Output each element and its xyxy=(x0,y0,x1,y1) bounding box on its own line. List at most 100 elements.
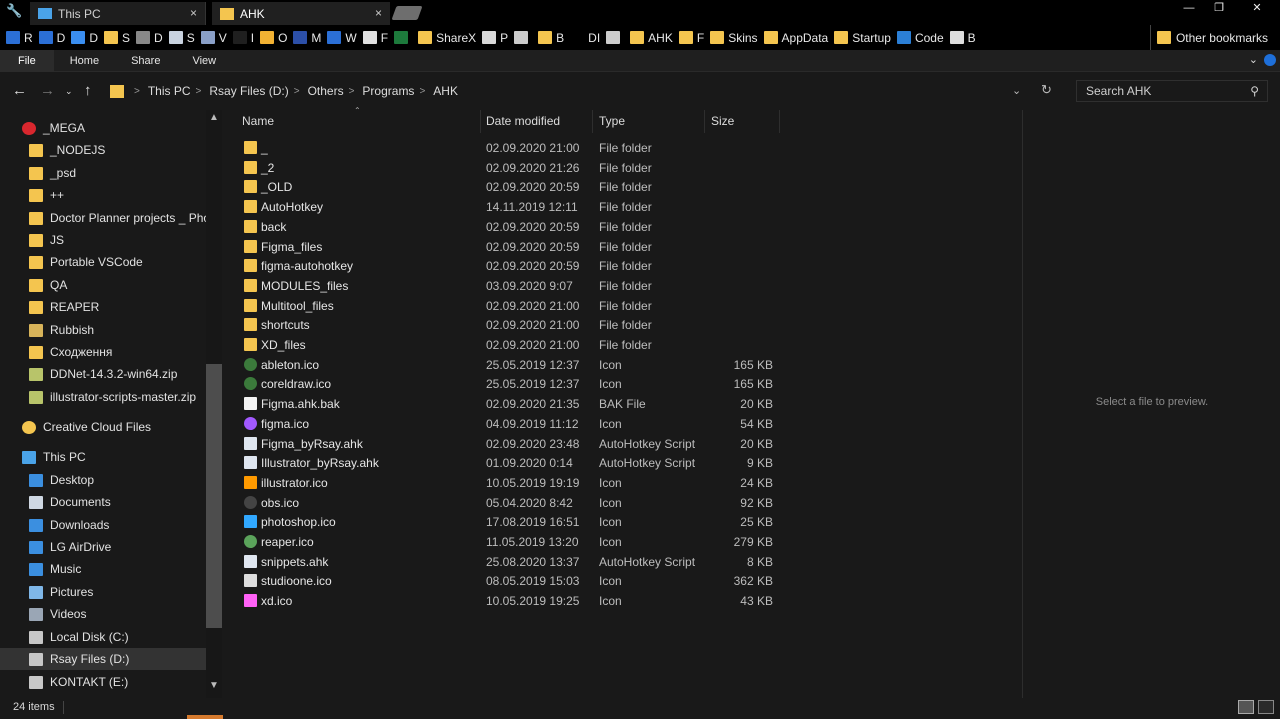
file-row[interactable]: _2 02.09.2020 21:26 File folder xyxy=(224,158,780,178)
nav-item[interactable]: REAPER xyxy=(0,296,206,318)
breadcrumb-separator[interactable]: > xyxy=(349,86,355,97)
file-row[interactable]: _OLD 02.09.2020 20:59 File folder xyxy=(224,177,780,197)
breadcrumb-item[interactable]: AHK xyxy=(433,84,458,98)
scroll-down-icon[interactable]: ▼ xyxy=(209,680,219,691)
nav-item[interactable]: Music xyxy=(0,558,206,580)
nav-item[interactable]: LG AirDrive xyxy=(0,536,206,558)
breadcrumb-item[interactable]: Rsay Files (D:) xyxy=(209,84,288,98)
file-row[interactable]: XD_files 02.09.2020 21:00 File folder xyxy=(224,335,780,355)
bookmark-item[interactable]: Code xyxy=(896,25,944,50)
file-row[interactable]: figma-autohotkey 02.09.2020 20:59 File fol… xyxy=(224,256,780,276)
file-row[interactable]: xd.ico 10.05.2019 19:25 Icon 43 KB xyxy=(224,591,780,611)
bookmark-item[interactable] xyxy=(394,25,412,50)
address-dropdown-icon[interactable]: ⌄ xyxy=(1012,84,1021,97)
bookmark-item[interactable]: F xyxy=(678,25,704,50)
close-tab-icon[interactable]: × xyxy=(190,6,197,20)
file-row[interactable]: Figma.ahk.bak 02.09.2020 21:35 BAK File 20 … xyxy=(224,394,780,414)
nav-item[interactable]: Doctor Planner projects _ Photo xyxy=(0,207,206,229)
other-bookmarks-button[interactable]: Other bookmarks xyxy=(1149,25,1268,50)
bookmark-item[interactable] xyxy=(514,25,532,50)
details-view-button[interactable] xyxy=(1238,700,1254,714)
bookmark-item[interactable] xyxy=(606,25,624,50)
column-header-date[interactable]: Date modified xyxy=(480,110,593,133)
nav-item[interactable]: JS xyxy=(0,229,206,251)
file-row[interactable]: obs.ico 05.04.2020 8:42 Icon 92 KB xyxy=(224,493,780,513)
breadcrumb-item[interactable]: Programs xyxy=(362,84,414,98)
bookmark-item[interactable]: B xyxy=(949,25,976,50)
nav-item[interactable]: KONTAKT (E:) xyxy=(0,671,206,693)
bookmark-item[interactable]: P xyxy=(482,25,508,50)
tab-ahk[interactable]: AHK × xyxy=(212,2,390,25)
column-header-name[interactable]: Name xyxy=(236,110,481,133)
nav-item[interactable]: Rsay Files (D:) xyxy=(0,648,206,670)
nav-item[interactable]: Documents xyxy=(0,491,206,513)
large-icons-view-button[interactable] xyxy=(1258,700,1274,714)
nav-item[interactable]: _NODEJS xyxy=(0,139,206,161)
nav-item[interactable]: Portable VSCode xyxy=(0,251,206,273)
breadcrumb-separator[interactable]: > xyxy=(294,86,300,97)
nav-item[interactable]: Local Disk (C:) xyxy=(0,626,206,648)
bookmark-item[interactable]: O xyxy=(260,25,287,50)
nav-item[interactable]: illustrator-scripts-master.zip xyxy=(0,386,206,408)
expand-ribbon-icon[interactable]: ⌄ xyxy=(1249,53,1258,66)
file-row[interactable]: ableton.ico 25.05.2019 12:37 Icon 165 KB xyxy=(224,355,780,375)
bookmark-item[interactable]: D xyxy=(136,25,163,50)
close-tab-icon[interactable]: × xyxy=(375,6,382,20)
breadcrumb[interactable]: > This PC > Rsay Files (D:) > Others > Programs… xyxy=(104,80,1064,102)
nav-scrollbar-thumb[interactable] xyxy=(206,364,222,628)
file-row[interactable]: snippets.ahk 25.08.2020 13:37 AutoHotkey S… xyxy=(224,552,780,572)
bookmark-item[interactable]: M xyxy=(293,25,321,50)
new-tab-button[interactable] xyxy=(391,6,423,20)
bookmark-item[interactable]: S xyxy=(104,25,130,50)
refresh-icon[interactable]: ↻ xyxy=(1041,82,1052,98)
close-window-button[interactable]: ✕ xyxy=(1234,0,1280,16)
nav-item[interactable]: Сходження xyxy=(0,341,206,363)
nav-item[interactable]: Desktop xyxy=(0,469,206,491)
nav-item[interactable]: Downloads xyxy=(0,514,206,536)
column-header-size[interactable]: Size xyxy=(705,110,780,133)
bookmark-item[interactable]: AppData xyxy=(763,25,828,50)
file-row[interactable]: back 02.09.2020 20:59 File folder xyxy=(224,217,780,237)
bookmark-item[interactable]: D xyxy=(71,25,98,50)
wrench-icon[interactable]: 🔧 xyxy=(6,3,22,19)
nav-item[interactable]: Videos xyxy=(0,603,206,625)
file-row[interactable]: illustrator.ico 10.05.2019 19:19 Icon 24 KB xyxy=(224,473,780,493)
tab-this-pc[interactable]: This PC × xyxy=(30,2,206,25)
up-icon[interactable]: ↑ xyxy=(84,82,92,99)
file-row[interactable]: figma.ico 04.09.2019 11:12 Icon 54 KB xyxy=(224,414,780,434)
bookmark-item[interactable]: I xyxy=(232,25,254,50)
ribbon-tab-view[interactable]: View xyxy=(176,50,232,72)
bookmark-item[interactable]: F xyxy=(362,25,388,50)
bookmark-item[interactable]: D xyxy=(38,25,65,50)
scroll-up-icon[interactable]: ▲ xyxy=(209,112,219,123)
file-row[interactable]: reaper.ico 11.05.2019 13:20 Icon 279 KB xyxy=(224,532,780,552)
bookmark-item[interactable]: W xyxy=(327,25,357,50)
help-icon[interactable] xyxy=(1264,54,1276,66)
bookmark-item[interactable]: B xyxy=(538,25,564,50)
bookmark-item[interactable]: Startup xyxy=(834,25,891,50)
breadcrumb-separator[interactable]: > xyxy=(196,86,202,97)
breadcrumb-item[interactable]: This PC xyxy=(148,84,191,98)
file-row[interactable]: Figma_files 02.09.2020 20:59 File folder xyxy=(224,237,780,257)
maximize-button[interactable]: ❐ xyxy=(1204,0,1234,16)
breadcrumb-separator[interactable]: > xyxy=(419,86,425,97)
bookmark-item[interactable]: S xyxy=(168,25,195,50)
file-row[interactable]: _ 02.09.2020 21:00 File folder xyxy=(224,138,780,158)
bookmark-item[interactable]: DI xyxy=(570,25,600,50)
nav-item[interactable]: QA xyxy=(0,274,206,296)
ribbon-tab-file[interactable]: File xyxy=(0,49,54,72)
bookmark-item[interactable]: Skins xyxy=(710,25,758,50)
nav-item[interactable]: Creative Cloud Files xyxy=(0,416,206,438)
bookmark-item[interactable]: ShareX xyxy=(418,25,476,50)
nav-item[interactable]: ++ xyxy=(0,184,206,206)
breadcrumb-separator[interactable]: > xyxy=(134,86,140,97)
ribbon-tab-home[interactable]: Home xyxy=(54,50,115,72)
file-row[interactable]: Multitool_files 02.09.2020 21:00 File fold… xyxy=(224,296,780,316)
file-row[interactable]: Figma_byRsay.ahk 02.09.2020 23:48 AutoHotk… xyxy=(224,434,780,454)
nav-item[interactable]: _MEGA xyxy=(0,117,206,139)
file-row[interactable]: photoshop.ico 17.08.2019 16:51 Icon 25 KB xyxy=(224,512,780,532)
nav-item[interactable]: DDNet-14.3.2-win64.zip xyxy=(0,363,206,385)
bookmark-item[interactable]: AHK xyxy=(630,25,673,50)
file-row[interactable]: shortcuts 02.09.2020 21:00 File folder xyxy=(224,315,780,335)
nav-item[interactable]: Pictures xyxy=(0,581,206,603)
